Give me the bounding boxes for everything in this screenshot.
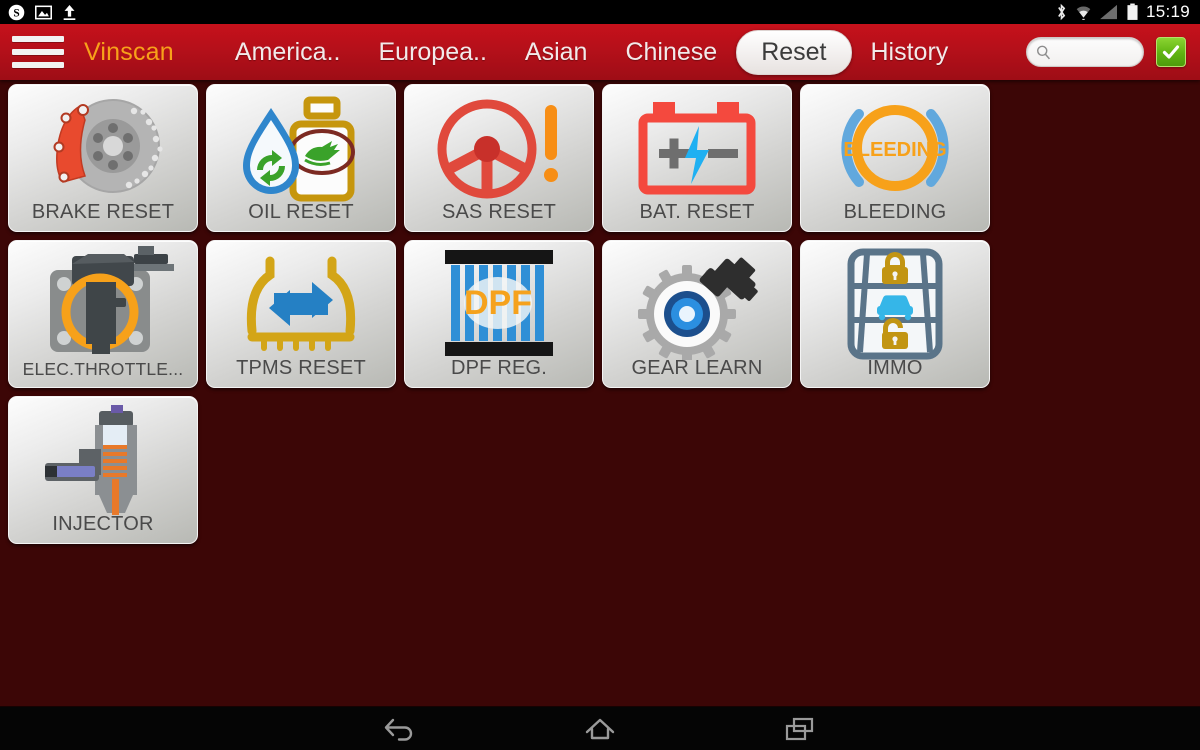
back-arrow-icon	[384, 718, 413, 741]
status-bar-right-icons: 15:19	[1055, 2, 1192, 22]
app-header: Vinscan America.. Europea.. Asian Chines…	[0, 24, 1200, 80]
tile-gear-learn[interactable]: GEAR LEARN	[602, 240, 792, 388]
skype-icon: S	[8, 4, 25, 20]
tab-asian[interactable]: Asian	[506, 32, 607, 73]
recent-apps-icon	[785, 717, 814, 740]
hamburger-bar	[12, 62, 64, 68]
search-input[interactable]	[1056, 44, 1134, 60]
status-bar-left-icons: S	[8, 4, 77, 21]
svg-text:BLEEDING: BLEEDING	[843, 139, 946, 161]
app-root: S 15:19 Vinscan America.. Europea.. Asia…	[0, 0, 1200, 750]
tile-label: ELEC.THROTTLE...	[22, 359, 184, 379]
nav-back-button[interactable]	[300, 716, 500, 742]
tile-label: TPMS RESET	[236, 357, 366, 379]
svg-text:DPF: DPF	[464, 284, 532, 322]
nav-home-button[interactable]	[500, 716, 700, 742]
brake-disc-caliper-icon	[9, 89, 197, 207]
dpf-filter-icon: DPF	[405, 245, 593, 363]
fuel-injector-icon	[9, 401, 197, 519]
home-icon	[585, 718, 615, 739]
search-icon	[1036, 45, 1050, 59]
tab-chinese[interactable]: Chinese	[606, 32, 736, 73]
tile-immo[interactable]: IMMO	[800, 240, 990, 388]
battery-icon	[1127, 3, 1138, 20]
checkmark-icon	[1162, 45, 1180, 59]
hamburger-bar	[12, 49, 64, 55]
tile-oil-reset[interactable]: OIL RESET	[206, 84, 396, 232]
gear-wrench-icon	[603, 245, 791, 363]
key-fob-icon	[801, 245, 989, 363]
tile-injector[interactable]: INJECTOR	[8, 396, 198, 544]
android-nav-bar	[0, 706, 1200, 750]
tab-american[interactable]: America..	[216, 32, 360, 73]
confirm-button[interactable]	[1156, 37, 1186, 67]
tile-brake-reset[interactable]: BRAKE RESET	[8, 84, 198, 232]
cellular-signal-icon	[1100, 4, 1117, 20]
tile-label: BRAKE RESET	[31, 201, 175, 223]
throttle-body-icon	[9, 245, 197, 363]
tile-tpms-reset[interactable]: TPMS RESET	[206, 240, 396, 388]
svg-text:S: S	[13, 7, 19, 19]
status-bar: S 15:19	[0, 0, 1200, 24]
tile-label: INJECTOR	[52, 513, 154, 535]
search-box[interactable]	[1026, 37, 1144, 67]
brake-bleeding-icon: BLEEDING	[801, 89, 989, 207]
hamburger-menu-icon[interactable]	[12, 36, 64, 68]
tile-bat-reset[interactable]: BAT. RESET	[602, 84, 792, 232]
screenshot-image-icon	[35, 5, 52, 19]
tile-label: IMMO	[867, 357, 923, 379]
steering-wheel-warning-icon	[405, 89, 593, 207]
hamburger-bar	[12, 36, 64, 42]
function-grid: BRAKE RESET OIL RESET SAS RESET BAT. RES…	[8, 84, 1194, 552]
car-battery-icon	[603, 89, 791, 207]
nav-recents-button[interactable]	[700, 716, 900, 742]
status-bar-clock: 15:19	[1145, 2, 1190, 21]
tile-sas-reset[interactable]: SAS RESET	[404, 84, 594, 232]
tpms-tire-icon	[207, 245, 395, 363]
tile-label: GEAR LEARN	[631, 357, 763, 379]
bluetooth-icon	[1058, 3, 1066, 21]
nav-tabs: America.. Europea.. Asian Chinese Reset …	[216, 29, 968, 75]
wifi-icon	[1076, 6, 1091, 20]
tile-bleeding[interactable]: BLEEDING BLEEDING	[800, 84, 990, 232]
tile-label: BAT. RESET	[639, 201, 755, 223]
app-title: Vinscan	[84, 37, 174, 66]
tile-label: SAS RESET	[441, 201, 557, 223]
oil-bottle-droplet-icon	[207, 89, 395, 207]
upload-arrow-icon	[63, 4, 76, 20]
tab-european[interactable]: Europea..	[359, 32, 505, 73]
tile-label: DPF REG.	[450, 357, 548, 379]
tile-label: OIL RESET	[248, 201, 354, 223]
tab-reset[interactable]: Reset	[736, 29, 852, 75]
tile-label: BLEEDING	[843, 201, 947, 223]
header-actions	[1026, 37, 1200, 67]
tile-elec-throttle[interactable]: ELEC.THROTTLE...	[8, 240, 198, 388]
tile-dpf-reg[interactable]: DPF DPF REG.	[404, 240, 594, 388]
tab-history[interactable]: History	[852, 32, 968, 73]
